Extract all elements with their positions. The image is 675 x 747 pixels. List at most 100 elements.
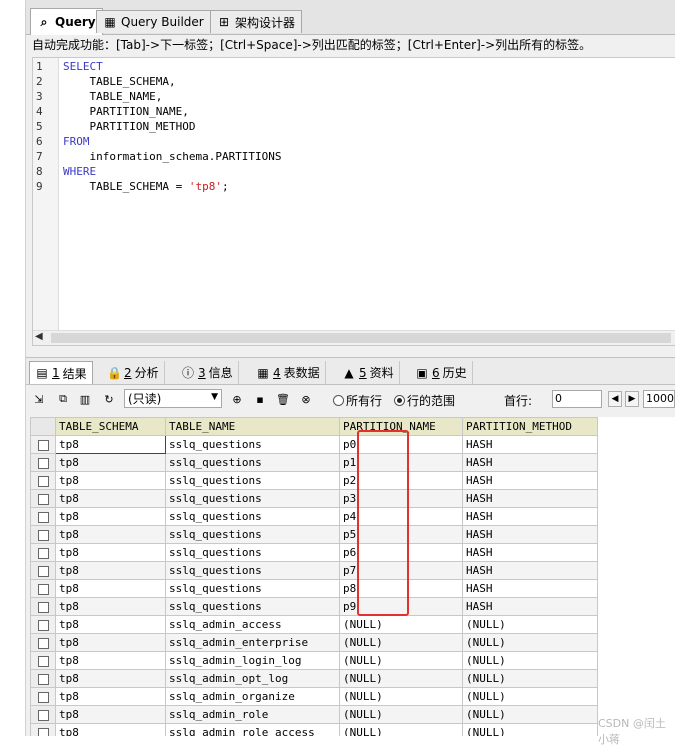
table-cell[interactable]: sslq_admin_opt_log <box>165 669 340 688</box>
table-row[interactable]: tp8 sslq_admin_role_access (NULL) (NULL) <box>30 723 598 736</box>
table-cell[interactable]: sslq_admin_access <box>165 615 340 634</box>
radio-button-selected[interactable] <box>394 395 405 406</box>
table-cell[interactable]: tp8 <box>55 507 166 526</box>
row-checkbox-cell[interactable] <box>30 453 56 472</box>
first-row-input[interactable]: 0 <box>552 390 602 408</box>
tab-results[interactable]: ▤ 1 结果 <box>29 361 93 384</box>
row-checkbox-cell[interactable] <box>30 705 56 724</box>
table-cell[interactable]: HASH <box>462 435 598 454</box>
table-cell[interactable]: (NULL) <box>462 615 598 634</box>
table-row[interactable]: tp8 sslq_questions p1 HASH <box>30 453 598 472</box>
row-checkbox[interactable] <box>37 439 49 451</box>
column-header[interactable]: TABLE_SCHEMA <box>55 417 166 436</box>
row-checkbox-cell[interactable] <box>30 543 56 562</box>
tab-info[interactable]: ▲ 5 资料 <box>337 361 400 384</box>
table-cell[interactable]: (NULL) <box>339 723 463 736</box>
table-cell[interactable]: HASH <box>462 453 598 472</box>
table-row[interactable]: tp8 sslq_questions p3 HASH <box>30 489 598 508</box>
table-cell[interactable]: sslq_questions <box>165 435 340 454</box>
row-checkbox[interactable] <box>37 727 49 736</box>
table-row[interactable]: tp8 sslq_questions p6 HASH <box>30 543 598 562</box>
table-cell[interactable]: (NULL) <box>339 651 463 670</box>
table-row[interactable]: tp8 sslq_admin_enterprise (NULL) (NULL) <box>30 633 598 652</box>
row-checkbox-cell[interactable] <box>30 561 56 580</box>
prev-page-icon[interactable]: ◀ <box>608 391 622 407</box>
radio-row-range[interactable]: 行的范围 <box>394 392 455 409</box>
table-cell[interactable]: tp8 <box>55 687 166 706</box>
radio-button[interactable] <box>333 395 344 406</box>
row-checkbox-cell[interactable] <box>30 723 56 736</box>
table-cell[interactable]: HASH <box>462 507 598 526</box>
table-cell[interactable]: (NULL) <box>339 615 463 634</box>
table-cell[interactable]: sslq_questions <box>165 579 340 598</box>
delete-icon[interactable]: 🗑 <box>274 390 292 408</box>
scrollbar-thumb[interactable] <box>51 333 671 343</box>
table-cell[interactable]: tp8 <box>55 543 166 562</box>
table-cell[interactable]: tp8 <box>55 435 166 454</box>
row-checkbox[interactable] <box>37 691 49 703</box>
table-row[interactable]: tp8 sslq_admin_opt_log (NULL) (NULL) <box>30 669 598 688</box>
row-checkbox-cell[interactable] <box>30 489 56 508</box>
tab-schema-designer[interactable]: ⊞ 架构设计器 <box>210 10 303 33</box>
table-cell[interactable]: sslq_questions <box>165 507 340 526</box>
export-icon[interactable]: ⇲ <box>30 390 48 408</box>
table-cell[interactable]: sslq_questions <box>165 453 340 472</box>
save-grid-icon[interactable]: ▥ <box>76 390 94 408</box>
table-cell[interactable]: sslq_questions <box>165 471 340 490</box>
scroll-left-icon[interactable]: ◀ <box>35 331 43 342</box>
result-grid[interactable]: TABLE_SCHEMA TABLE_NAME PARTITION_NAME P… <box>30 417 675 736</box>
row-checkbox[interactable] <box>37 529 49 541</box>
table-cell[interactable]: (NULL) <box>462 687 598 706</box>
row-checkbox[interactable] <box>37 673 49 685</box>
table-row[interactable]: tp8 sslq_questions p0 HASH <box>30 435 598 454</box>
cancel-changes-icon[interactable]: ⊗ <box>297 390 315 408</box>
table-cell[interactable]: HASH <box>462 579 598 598</box>
row-checkbox[interactable] <box>37 493 49 505</box>
row-checkbox-cell[interactable] <box>30 525 56 544</box>
table-cell[interactable]: sslq_admin_role <box>165 705 340 724</box>
row-checkbox-cell[interactable] <box>30 507 56 526</box>
table-row[interactable]: tp8 sslq_admin_organize (NULL) (NULL) <box>30 687 598 706</box>
table-cell[interactable]: tp8 <box>55 471 166 490</box>
table-cell[interactable]: (NULL) <box>339 669 463 688</box>
row-checkbox[interactable] <box>37 601 49 613</box>
row-checkbox-cell[interactable] <box>30 651 56 670</box>
table-cell[interactable]: tp8 <box>55 525 166 544</box>
column-header[interactable]: PARTITION_METHOD <box>462 417 598 436</box>
table-cell[interactable]: tp8 <box>55 579 166 598</box>
table-cell[interactable]: tp8 <box>55 453 166 472</box>
row-checkbox-cell[interactable] <box>30 471 56 490</box>
table-cell[interactable]: tp8 <box>55 561 166 580</box>
table-cell[interactable]: HASH <box>462 561 598 580</box>
row-checkbox-cell[interactable] <box>30 633 56 652</box>
result-mode-select[interactable]: (只读) ▼ <box>124 389 222 408</box>
table-row[interactable]: tp8 sslq_admin_role (NULL) (NULL) <box>30 705 598 724</box>
table-cell[interactable]: tp8 <box>55 597 166 616</box>
table-cell[interactable]: tp8 <box>55 633 166 652</box>
table-cell[interactable]: HASH <box>462 525 598 544</box>
table-cell[interactable]: (NULL) <box>462 705 598 724</box>
row-checkbox-cell[interactable] <box>30 579 56 598</box>
tab-profiler[interactable]: 🔒 2 分析 <box>102 361 165 384</box>
table-row[interactable]: tp8 sslq_questions p2 HASH <box>30 471 598 490</box>
table-cell[interactable]: HASH <box>462 543 598 562</box>
row-checkbox[interactable] <box>37 457 49 469</box>
row-checkbox[interactable] <box>37 475 49 487</box>
table-cell[interactable]: sslq_admin_organize <box>165 687 340 706</box>
editor-horizontal-scrollbar[interactable]: ◀ <box>33 330 675 345</box>
row-checkbox[interactable] <box>37 583 49 595</box>
row-checkbox-cell[interactable] <box>30 687 56 706</box>
row-checkbox-cell[interactable] <box>30 597 56 616</box>
tab-messages[interactable]: ⓘ 3 信息 <box>176 361 239 384</box>
table-cell[interactable]: HASH <box>462 597 598 616</box>
row-checkbox[interactable] <box>37 511 49 523</box>
table-cell[interactable]: HASH <box>462 489 598 508</box>
table-cell[interactable]: sslq_questions <box>165 489 340 508</box>
table-cell[interactable]: tp8 <box>55 615 166 634</box>
table-cell[interactable]: tp8 <box>55 669 166 688</box>
table-cell[interactable]: (NULL) <box>462 633 598 652</box>
table-cell[interactable]: (NULL) <box>462 651 598 670</box>
table-row[interactable]: tp8 sslq_admin_access (NULL) (NULL) <box>30 615 598 634</box>
table-cell[interactable]: (NULL) <box>339 705 463 724</box>
table-cell[interactable]: sslq_questions <box>165 543 340 562</box>
